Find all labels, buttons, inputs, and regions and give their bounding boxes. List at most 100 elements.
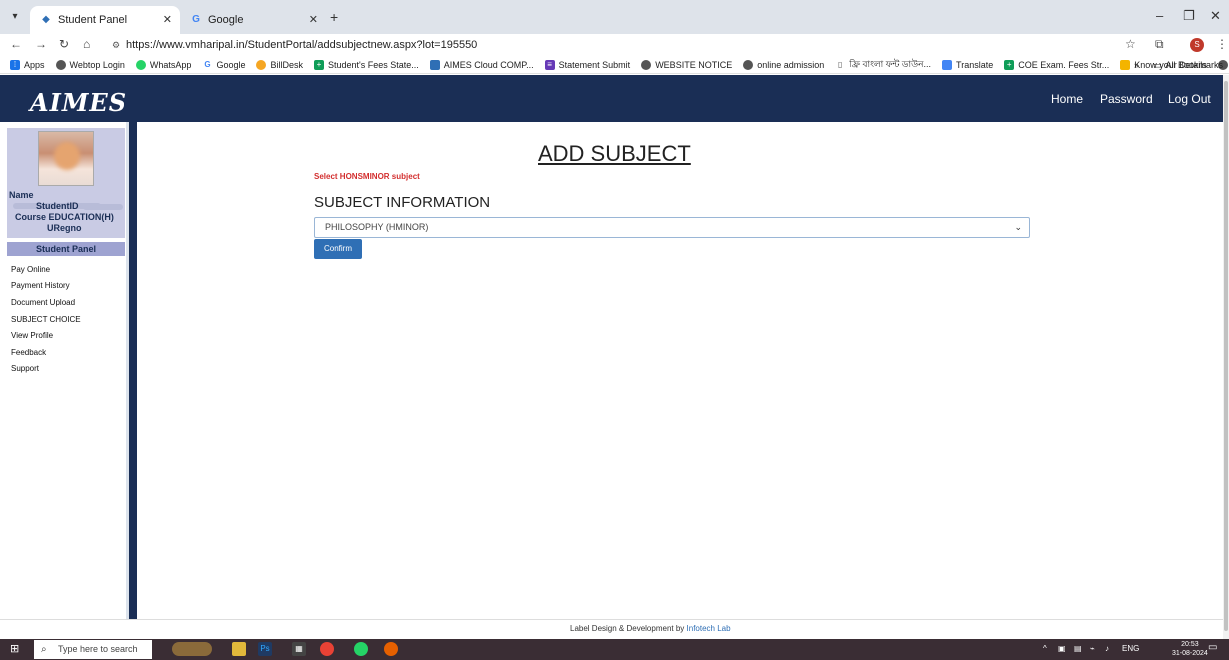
sheets-icon: +: [313, 59, 324, 70]
windows-start-icon[interactable]: ⊞: [10, 643, 24, 656]
sidebar-rail: [129, 122, 137, 619]
menu-view-profile[interactable]: View Profile: [11, 331, 53, 340]
bookmark-coe-exam[interactable]: + COE Exam. Fees Str...: [1004, 59, 1109, 70]
forward-icon[interactable]: →: [35, 37, 47, 51]
close-tab-icon[interactable]: ✕: [163, 13, 172, 26]
google-icon: G: [204, 59, 211, 69]
aimes-icon: [429, 59, 440, 70]
menu-payment-history[interactable]: Payment History: [11, 281, 70, 290]
chevron-double-right-icon[interactable]: »: [1134, 60, 1139, 70]
nav-password-link[interactable]: Password: [1100, 92, 1153, 106]
windows-taskbar: ⊞ ⌕ Type here to search Ps ▦ ^ ▣ ▤ ⌁ ♪ E…: [0, 639, 1229, 660]
firefox-icon[interactable]: [384, 642, 398, 656]
aimes-logo[interactable]: AIMES: [30, 88, 127, 117]
site-header: AIMES Home Password Log Out: [0, 75, 1223, 122]
close-tab-icon[interactable]: ✕: [309, 13, 318, 26]
scrollbar-thumb[interactable]: [1224, 81, 1228, 631]
restore-icon[interactable]: ❐: [1183, 8, 1195, 24]
sheets-icon: +: [1004, 59, 1015, 70]
minimize-icon[interactable]: –: [1156, 8, 1163, 23]
bookmark-webtop-login[interactable]: Webtop Login: [55, 59, 125, 70]
subject-select[interactable]: PHILOSOPHY (HMINOR) ⌄: [314, 217, 1030, 238]
menu-support[interactable]: Support: [11, 364, 39, 373]
apps-grid-icon: ⁞: [10, 59, 20, 70]
tray-display-icon[interactable]: ▤: [1074, 644, 1082, 653]
bookmark-apps[interactable]: ⁞ Apps: [10, 59, 45, 70]
menu-feedback[interactable]: Feedback: [11, 348, 46, 357]
bookmark-website-notice[interactable]: WEBSITE NOTICE: [641, 59, 732, 70]
taskbar-clock[interactable]: 20:53 31-08-2024: [1172, 640, 1208, 658]
globe-icon: [743, 59, 754, 70]
all-bookmarks-link[interactable]: All Bookmarks: [1165, 60, 1223, 70]
bookmark-billdesk[interactable]: BillDesk: [256, 59, 303, 70]
bookmark-whatsapp[interactable]: WhatsApp: [135, 59, 191, 70]
page-scrollbar[interactable]: [1223, 75, 1229, 639]
tray-volume-icon[interactable]: ♪: [1105, 644, 1109, 653]
aimes-favicon-icon: ◆: [42, 14, 50, 25]
photoshop-icon[interactable]: Ps: [258, 642, 272, 656]
bookmark-star-icon[interactable]: ☆: [1125, 37, 1136, 51]
nav-home-link[interactable]: Home: [1051, 92, 1083, 106]
browser-toolbar: ← → ↻ ⌂ ⚙ https://www.vmharipal.in/Stude…: [0, 34, 1229, 56]
tray-language[interactable]: ENG: [1122, 644, 1139, 653]
forms-icon: ≡: [544, 59, 555, 70]
calculator-icon[interactable]: ▦: [292, 642, 306, 656]
select-subject-note: Select HONSMINOR subject: [314, 172, 420, 181]
new-tab-icon[interactable]: +: [330, 9, 338, 25]
menu-pay-online[interactable]: Pay Online: [11, 265, 50, 274]
search-icon: ⌕: [41, 644, 47, 655]
bookmark-aimes-cloud[interactable]: AIMES Cloud COMP...: [429, 59, 534, 70]
globe-icon: [641, 59, 652, 70]
whatsapp-taskbar-icon[interactable]: [354, 642, 368, 656]
student-id-row: StudentID: [36, 201, 123, 211]
address-bar[interactable]: ⚙ https://www.vmharipal.in/StudentPortal…: [112, 36, 1122, 54]
tab-student-panel[interactable]: ◆ Student Panel ✕: [30, 6, 180, 34]
nav-logout-link[interactable]: Log Out: [1168, 92, 1211, 106]
student-panel-title: Student Panel: [7, 242, 125, 256]
chevron-down-icon: ⌄: [1014, 222, 1022, 232]
infotech-lab-link[interactable]: Infotech Lab: [687, 624, 731, 633]
chrome-icon[interactable]: [320, 642, 334, 656]
student-profile-card: Name StudentID Course EDUCATION(H) URegn…: [7, 128, 125, 238]
student-uregno-row: URegno: [47, 223, 82, 233]
bookmark-bangla-font[interactable]: ▯ ফ্রি বাংলা ফন্ট ডাউন...: [835, 57, 931, 72]
google-favicon-icon: G: [192, 14, 200, 25]
tray-wifi-icon[interactable]: ⌁: [1090, 644, 1095, 653]
file-explorer-icon[interactable]: [232, 642, 246, 656]
student-course-row: Course EDUCATION(H): [15, 212, 114, 222]
confirm-button[interactable]: Confirm: [314, 239, 362, 259]
browser-tab-strip: ▾ ◆ Student Panel ✕ G Google ✕ + – ❐ ✕: [0, 0, 1229, 34]
bookmark-statement-submit[interactable]: ≡ Statement Submit: [544, 59, 630, 70]
cortana-doodle-icon[interactable]: [172, 642, 212, 656]
page-icon: ▯: [838, 59, 843, 69]
page-footer: Label Design & Development by Infotech L…: [570, 624, 731, 633]
profile-avatar[interactable]: S: [1190, 38, 1204, 52]
student-photo: [38, 131, 94, 186]
lightning-icon: [1120, 59, 1131, 70]
redacted-id: [82, 203, 123, 210]
notification-icon[interactable]: ▭: [1208, 642, 1217, 653]
taskbar-search-box[interactable]: ⌕ Type here to search: [34, 640, 152, 659]
tab-search-icon[interactable]: ▾: [6, 8, 24, 26]
page-title: ADD SUBJECT: [538, 141, 691, 166]
bookmark-google[interactable]: G Google: [202, 60, 245, 70]
whatsapp-icon: [135, 59, 146, 70]
browser-menu-icon[interactable]: ⋮: [1216, 37, 1228, 51]
bookmarks-overflow: » ▭ All Bookmarks: [1134, 56, 1223, 73]
tray-network-icon[interactable]: ▣: [1058, 644, 1066, 653]
billdesk-icon: [256, 59, 267, 70]
bookmark-translate[interactable]: Translate: [942, 59, 993, 70]
window-close-icon[interactable]: ✕: [1210, 8, 1221, 24]
tab-google[interactable]: G Google ✕: [180, 6, 326, 34]
bookmark-online-admission[interactable]: online admission: [743, 59, 824, 70]
menu-document-upload[interactable]: Document Upload: [11, 298, 75, 307]
bookmark-fees-statement[interactable]: + Student's Fees State...: [313, 59, 419, 70]
tray-chevron-up-icon[interactable]: ^: [1043, 644, 1047, 653]
subject-information-heading: SUBJECT INFORMATION: [314, 194, 491, 211]
back-icon[interactable]: ←: [10, 37, 22, 51]
home-icon[interactable]: ⌂: [83, 37, 90, 51]
reload-icon[interactable]: ↻: [59, 37, 69, 51]
menu-subject-choice[interactable]: SUBJECT CHOICE: [11, 315, 81, 324]
site-info-icon[interactable]: ⚙: [112, 36, 120, 54]
extensions-icon[interactable]: ⧉: [1155, 37, 1164, 52]
